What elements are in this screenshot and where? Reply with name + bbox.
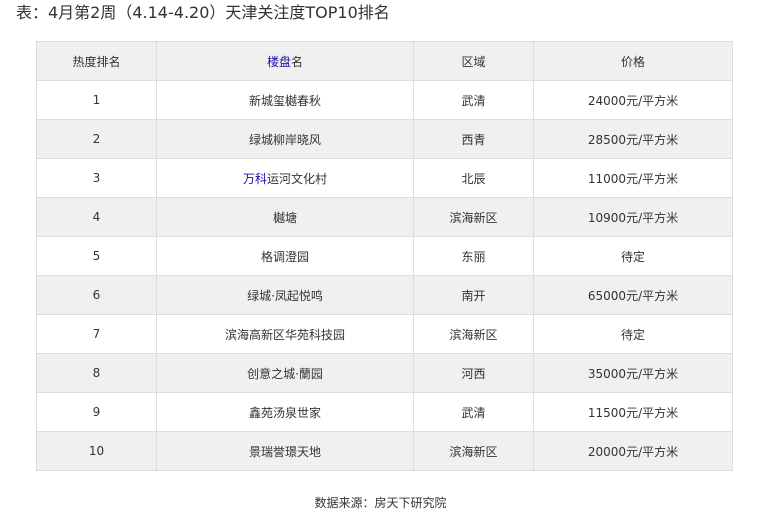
cell-name: 创意之城·蘭园 (156, 353, 414, 393)
table-row: 3 万科运河文化村 北辰 11000元/平方米 (36, 158, 733, 198)
cell-rank: 10 (36, 431, 157, 471)
cell-district: 滨海新区 (413, 197, 534, 237)
cell-name: 滨海高新区华苑科技园 (156, 314, 414, 354)
cell-price: 35000元/平方米 (533, 353, 733, 393)
cell-name-text: 运河文化村 (267, 171, 328, 186)
cell-name: 万科运河文化村 (156, 158, 414, 198)
cell-district: 滨海新区 (413, 431, 534, 471)
cell-name-text: 格调澄园 (260, 249, 309, 264)
cell-name-text: 新城玺樾春秋 (248, 93, 321, 108)
table-caption: 表：4月第2周（4.14-4.20）天津关注度TOP10排名 (16, 3, 390, 22)
cell-district: 北辰 (413, 158, 534, 198)
cell-district: 西青 (413, 119, 534, 159)
cell-name-text: 樾塘 (272, 210, 297, 225)
cell-name-text: 滨海高新区华苑科技园 (224, 327, 345, 342)
cell-rank: 7 (36, 314, 157, 354)
cell-name: 新城玺樾春秋 (156, 80, 414, 120)
cell-rank: 3 (36, 158, 157, 198)
cell-name: 格调澄园 (156, 236, 414, 276)
cell-rank: 4 (36, 197, 157, 237)
header-price: 价格 (533, 41, 733, 81)
header-name-rest: 名 (291, 54, 304, 69)
cell-rank: 1 (36, 80, 157, 120)
cell-price: 20000元/平方米 (533, 431, 733, 471)
ranking-table: 热度排名 楼盘名 区域 价格 1 新城玺樾春秋 武清 24000元/平方米 2 … (36, 41, 733, 471)
header-rank: 热度排名 (36, 41, 157, 81)
cell-price: 11000元/平方米 (533, 158, 733, 198)
cell-price: 待定 (533, 236, 733, 276)
cell-name-text: 景瑞誉璟天地 (248, 444, 321, 459)
cell-price: 10900元/平方米 (533, 197, 733, 237)
header-district: 区域 (413, 41, 534, 81)
cell-price: 65000元/平方米 (533, 275, 733, 315)
cell-price: 11500元/平方米 (533, 392, 733, 432)
cell-price: 28500元/平方米 (533, 119, 733, 159)
cell-name-text: 鑫苑汤泉世家 (248, 405, 321, 420)
cell-price: 24000元/平方米 (533, 80, 733, 120)
cell-rank: 5 (36, 236, 157, 276)
cell-district: 东丽 (413, 236, 534, 276)
cell-name: 景瑞誉璟天地 (156, 431, 414, 471)
header-name-link[interactable]: 楼盘 (267, 55, 291, 69)
table-row: 9 鑫苑汤泉世家 武清 11500元/平方米 (36, 392, 733, 432)
cell-rank: 9 (36, 392, 157, 432)
table-row: 1 新城玺樾春秋 武清 24000元/平方米 (36, 80, 733, 120)
table-row: 10 景瑞誉璟天地 滨海新区 20000元/平方米 (36, 431, 733, 471)
table-row: 6 绿城·凤起悦鸣 南开 65000元/平方米 (36, 275, 733, 315)
cell-name-text: 创意之城·蘭园 (247, 366, 323, 381)
cell-name-text: 绿城·凤起悦鸣 (247, 288, 323, 303)
table-header-row: 热度排名 楼盘名 区域 价格 (36, 41, 733, 81)
cell-rank: 8 (36, 353, 157, 393)
table-row: 5 格调澄园 东丽 待定 (36, 236, 733, 276)
cell-name: 绿城柳岸晓风 (156, 119, 414, 159)
cell-rank: 6 (36, 275, 157, 315)
cell-district: 滨海新区 (413, 314, 534, 354)
cell-district: 河西 (413, 353, 534, 393)
cell-district: 武清 (413, 392, 534, 432)
cell-name-text: 绿城柳岸晓风 (248, 132, 321, 147)
table-row: 2 绿城柳岸晓风 西青 28500元/平方米 (36, 119, 733, 159)
header-name: 楼盘名 (156, 41, 414, 81)
data-source-note: 数据来源：房天下研究院 (314, 496, 447, 510)
cell-name: 绿城·凤起悦鸣 (156, 275, 414, 315)
cell-district: 武清 (413, 80, 534, 120)
table-row: 8 创意之城·蘭园 河西 35000元/平方米 (36, 353, 733, 393)
cell-price: 待定 (533, 314, 733, 354)
table-row: 7 滨海高新区华苑科技园 滨海新区 待定 (36, 314, 733, 354)
cell-rank: 2 (36, 119, 157, 159)
cell-name: 樾塘 (156, 197, 414, 237)
cell-name: 鑫苑汤泉世家 (156, 392, 414, 432)
table-row: 4 樾塘 滨海新区 10900元/平方米 (36, 197, 733, 237)
cell-district: 南开 (413, 275, 534, 315)
cell-name-link[interactable]: 万科 (243, 172, 267, 186)
